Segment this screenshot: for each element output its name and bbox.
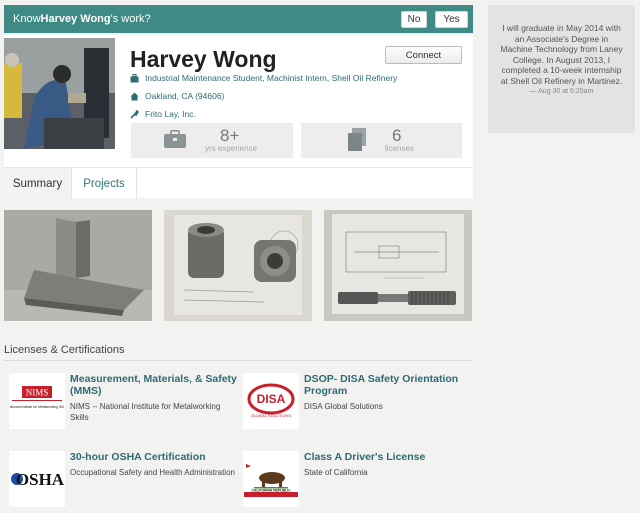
work-photo-bushings[interactable]	[164, 210, 312, 321]
osha-logo: OSHA	[9, 451, 65, 507]
licenses-label: licenses	[385, 144, 414, 153]
know-work-prompt: Know Harvey Wong's work? No Yes	[4, 5, 473, 33]
yes-button[interactable]: Yes	[435, 11, 468, 28]
experience-value: 8+	[220, 126, 240, 145]
work-photo-threaded-shaft[interactable]	[324, 210, 472, 321]
headline-text: Industrial Maintenance Student, Machinis…	[145, 73, 398, 83]
svg-text:CALIFORNIA REPUBLIC: CALIFORNIA REPUBLIC	[251, 489, 291, 493]
connect-button[interactable]: Connect	[385, 46, 462, 64]
prompt-prefix: Know	[13, 13, 41, 25]
license-name[interactable]: Class A Driver's License	[304, 451, 474, 463]
profile-tabs: Summary Projects	[4, 167, 473, 199]
svg-text:National Institute for Metalwo: National Institute for Metalworking Skil…	[10, 405, 64, 409]
licenses-value: 6	[392, 126, 402, 145]
license-name[interactable]: 30-hour OSHA Certification	[70, 451, 240, 463]
experience-stat: 8+ yrs experience	[131, 123, 293, 158]
wrench-icon	[130, 109, 140, 119]
tab-projects[interactable]: Projects	[72, 168, 137, 199]
home-icon	[130, 92, 139, 101]
location-row: Oakland, CA (94606)	[130, 91, 224, 101]
headline-row: Industrial Maintenance Student, Machinis…	[130, 73, 397, 83]
nims-logo: NIMS National Institute for Metalworking…	[9, 373, 65, 429]
prompt-name: Harvey Wong	[40, 13, 111, 25]
license-issuer: NIMS -- National Institute for Metalwork…	[70, 402, 221, 422]
briefcase-small-icon	[130, 73, 139, 83]
license-name[interactable]: DSOP- DISA Safety Orientation Program	[304, 373, 474, 397]
svg-text:NIMS: NIMS	[26, 388, 49, 398]
profile-name: Harvey Wong	[130, 46, 277, 72]
svg-text:GLOBAL SOLUTIONS: GLOBAL SOLUTIONS	[251, 413, 291, 418]
status-update-card: I will graduate in May 2014 with an Asso…	[488, 5, 635, 133]
profile-photo[interactable]	[4, 38, 115, 149]
divider	[4, 360, 473, 361]
location-text: Oakland, CA (94606)	[145, 91, 225, 101]
work-photo-angle-block[interactable]	[4, 210, 152, 321]
profile-card: Harvey Wong Connect Industrial Maintenan…	[4, 35, 473, 167]
license-issuer: Occupational Safety and Health Administr…	[70, 468, 235, 477]
license-name[interactable]: Measurement, Materials, & Safety (MMS)	[70, 373, 240, 397]
experience-label: yrs experience	[205, 144, 258, 153]
california-flag-logo: CALIFORNIA REPUBLIC	[243, 451, 299, 507]
status-timestamp: — Aug 30 at 6:20am	[529, 88, 594, 95]
svg-text:OSHA: OSHA	[16, 470, 64, 489]
disa-logo: DISA GLOBAL SOLUTIONS	[243, 373, 299, 429]
status-text: I will graduate in May 2014 with an Asso…	[500, 23, 623, 86]
license-issuer: State of California	[304, 468, 368, 477]
licenses-heading: Licenses & Certifications	[4, 344, 125, 356]
licenses-stat: 6 licenses	[301, 123, 462, 158]
license-issuer: DISA Global Solutions	[304, 402, 383, 411]
no-button[interactable]: No	[401, 11, 427, 28]
svg-text:DISA: DISA	[257, 392, 286, 406]
prompt-suffix: 's work?	[110, 13, 151, 25]
briefcase-icon	[164, 130, 186, 153]
documents-icon	[347, 128, 367, 157]
company-text: Frito Lay, Inc.	[145, 109, 196, 119]
company-row: Frito Lay, Inc.	[130, 109, 196, 119]
tab-summary[interactable]: Summary	[4, 168, 72, 199]
